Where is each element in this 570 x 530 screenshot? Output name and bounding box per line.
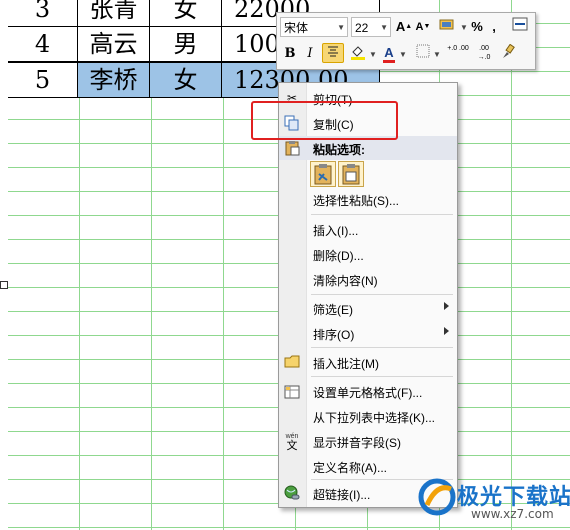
- menu-item-label: 筛选(E): [313, 303, 353, 317]
- format-painter-icon: [503, 43, 515, 58]
- watermark-logo-icon: [418, 478, 456, 516]
- cell-gender[interactable]: 男: [150, 27, 222, 61]
- accounting-format-button[interactable]: [437, 17, 459, 37]
- menu-item-pick-from-list[interactable]: 从下拉列表中选择(K)...: [279, 404, 457, 428]
- menu-separator: [311, 294, 453, 295]
- menu-item-filter[interactable]: 筛选(E): [279, 296, 457, 320]
- menu-item-label: 排序(O): [313, 328, 355, 342]
- copy-highlight-box: [251, 101, 398, 140]
- menu-item-label: 删除(D)...: [313, 249, 364, 263]
- font-size-select[interactable]: 22 ▼: [351, 17, 391, 37]
- cell-name[interactable]: 高云: [78, 27, 150, 61]
- shrink-font-icon: A: [415, 21, 424, 33]
- submenu-arrow-icon: [444, 302, 449, 310]
- menu-item-paste-special[interactable]: 选择性粘贴(S)...: [279, 187, 457, 211]
- menu-item-clear-contents[interactable]: 清除内容(N): [279, 267, 457, 291]
- paste-option-keep-formatting[interactable]: [310, 161, 336, 187]
- menu-item-label: 插入批注(M): [313, 357, 379, 371]
- paste-clipboard-icon: [342, 164, 360, 185]
- paste-clipboard-icon: [314, 164, 332, 185]
- chevron-down-icon[interactable]: ▼: [369, 50, 377, 59]
- borders-button[interactable]: [415, 44, 431, 64]
- font-size-value: 22: [355, 21, 369, 35]
- chevron-down-icon[interactable]: ▼: [433, 50, 441, 59]
- menu-item-label: 显示拼音字段(S): [313, 436, 401, 450]
- cell-gender[interactable]: 女: [150, 0, 222, 26]
- clipboard-icon: [284, 140, 300, 156]
- comment-icon: [284, 354, 300, 370]
- selection-handle[interactable]: [0, 281, 8, 289]
- phonetic-icon-char: 文: [286, 440, 298, 452]
- menu-item-label: 超链接(I)...: [313, 488, 371, 502]
- menu-item-label: 选择性粘贴(S)...: [313, 194, 399, 208]
- comma-button[interactable]: ,: [487, 17, 501, 37]
- increase-decimal-button[interactable]: +.0 .00: [447, 44, 469, 64]
- menu-item-format-cells[interactable]: 设置单元格格式(F)...: [279, 379, 457, 403]
- percent-button[interactable]: %: [469, 17, 485, 37]
- accounting-icon: [439, 19, 454, 30]
- menu-item-label: 从下拉列表中选择(K)...: [313, 411, 435, 425]
- menu-item-label: 插入(I)...: [313, 224, 359, 238]
- menu-item-label: 粘贴选项:: [313, 143, 365, 157]
- watermark: 极光下载站 www.xz7.com: [415, 475, 570, 525]
- menu-separator: [311, 214, 453, 215]
- cell-number[interactable]: 5: [8, 63, 78, 97]
- cell-number[interactable]: 4: [8, 27, 78, 61]
- borders-icon: [416, 44, 430, 58]
- chevron-down-icon[interactable]: ▼: [399, 50, 407, 59]
- chevron-down-icon: ▼: [380, 23, 388, 32]
- submenu-arrow-icon: [444, 327, 449, 335]
- merge-center-button[interactable]: [511, 17, 529, 37]
- menu-item-sort[interactable]: 排序(O): [279, 321, 457, 345]
- menu-item-show-phonetic[interactable]: wén 文 显示拼音字段(S): [279, 429, 457, 453]
- grow-font-button[interactable]: A▲: [395, 17, 413, 37]
- cell-name[interactable]: 李桥: [78, 63, 150, 97]
- cell-gender[interactable]: 女: [150, 63, 222, 97]
- mini-format-toolbar: 宋体 ▼ 22 ▼ A▲ A▼ ▼ % , B I ▼ A ▼ ▼ +.0 .0…: [276, 12, 536, 70]
- fill-bucket-icon: [351, 46, 365, 60]
- context-menu: ✂ 剪切(T) 复制(C) 粘贴选项: 选择性粘贴(S)... 插入(I)...…: [278, 82, 458, 508]
- hyperlink-globe-icon: [284, 485, 300, 501]
- cell-name[interactable]: 张青: [78, 0, 150, 26]
- menu-separator: [311, 376, 453, 377]
- align-center-icon: [328, 46, 338, 57]
- menu-item-label: 设置单元格格式(F)...: [313, 386, 423, 400]
- menu-separator: [311, 347, 453, 348]
- font-color-button[interactable]: A: [381, 43, 397, 63]
- decrease-decimal-button[interactable]: .00 →.0: [473, 44, 495, 64]
- shrink-font-button[interactable]: A▼: [415, 17, 431, 37]
- font-name-select[interactable]: 宋体 ▼: [280, 17, 348, 37]
- menu-item-label: 定义名称(A)...: [313, 461, 387, 475]
- format-cells-icon: [284, 383, 300, 399]
- font-color-icon: A: [384, 45, 394, 60]
- menu-item-insert-comment[interactable]: 插入批注(M): [279, 350, 457, 374]
- menu-item-insert[interactable]: 插入(I)...: [279, 217, 457, 241]
- font-name-value: 宋体: [284, 21, 309, 35]
- menu-item-delete[interactable]: 删除(D)...: [279, 242, 457, 266]
- format-painter-button[interactable]: [499, 43, 517, 64]
- paste-option-values[interactable]: [338, 161, 364, 187]
- bold-button[interactable]: B: [282, 44, 298, 64]
- chevron-down-icon: ▼: [337, 23, 345, 32]
- grow-font-icon: A: [395, 19, 406, 34]
- chevron-down-icon[interactable]: ▼: [460, 23, 468, 32]
- menu-item-label: 清除内容(N): [313, 274, 378, 288]
- watermark-url: www.xz7.com: [471, 507, 554, 521]
- cell-number[interactable]: 3: [8, 0, 78, 26]
- italic-button[interactable]: I: [302, 44, 318, 64]
- phonetic-icon: wén 文: [284, 433, 300, 452]
- align-center-button[interactable]: [322, 43, 344, 63]
- merge-center-icon: [512, 17, 528, 31]
- fill-color-button[interactable]: [349, 44, 367, 64]
